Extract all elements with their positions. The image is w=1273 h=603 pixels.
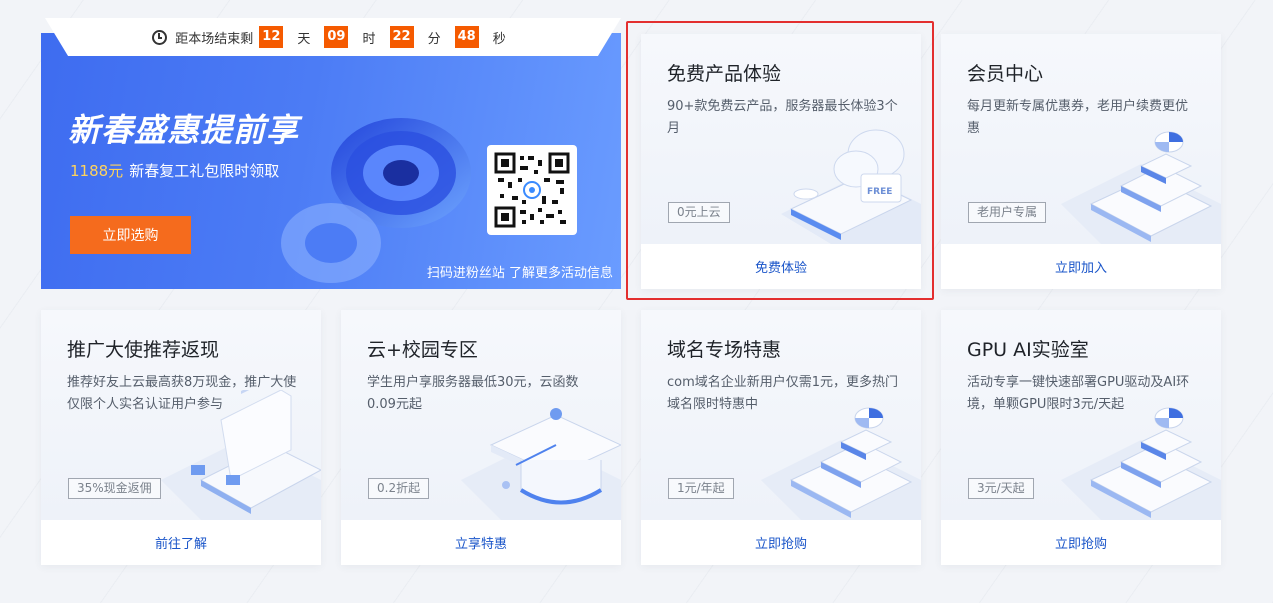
countdown-minutes-unit: 分 [427,31,441,47]
card-action-link[interactable]: 免费体验 [641,244,921,289]
banner-amount: 1188元 [70,162,124,180]
card-tag: 老用户专属 [968,202,1047,223]
promo-card[interactable]: 会员中心 每月更新专属优惠券，老用户续费更优惠 老用户专属 立即加入 [941,34,1221,289]
countdown-days: 12 [259,26,284,48]
buy-now-button[interactable]: 立即选购 [70,216,191,254]
card-action-link[interactable]: 立享特惠 [341,520,621,565]
qr-caption: 扫码进粉丝站 了解更多活动信息 [426,266,613,281]
card-action-link[interactable]: 立即加入 [941,244,1221,289]
card-title: 推广大使推荐返现 [67,339,220,361]
card-title: 云+校园专区 [367,339,478,361]
promo-card[interactable]: 免费产品体验 90+款免费云产品，服务器最长体验3个月 0元上云 FREE 免费… [641,34,921,289]
card-body: 会员中心 每月更新专属优惠券，老用户续费更优惠 老用户专属 [941,34,1221,244]
promo-banner[interactable]: 新春盛惠提前享 1188元 新春复工礼包限时领取 立即选购 扫码进粉丝站 了解更… [41,33,621,289]
card-title: GPU AI实验室 [967,339,1089,361]
card-action-link[interactable]: 前往了解 [41,520,321,565]
svg-text:FREE: FREE [867,187,892,197]
card-description: 推荐好友上云最高获8万现金，推广大使仅限个人实名认证用户参与 [67,375,297,412]
countdown-days-unit: 天 [297,31,311,47]
card-description: 活动专享一键快速部署GPU驱动及AI环境，单颗GPU限时3元/天起 [967,375,1190,412]
qr-code [487,145,577,235]
card-title: 域名专场特惠 [667,339,782,361]
card-tag: 0元上云 [668,202,730,223]
card-body: 推广大使推荐返现 推荐好友上云最高获8万现金，推广大使仅限个人实名认证用户参与 … [41,310,321,520]
countdown-seconds: 48 [454,26,479,48]
swirl-illustration [281,118,471,283]
card-tag: 0.2折起 [368,478,430,499]
banner-subtitle: 1188元 新春复工礼包限时领取 [70,160,279,181]
promo-card[interactable]: GPU AI实验室 活动专享一键快速部署GPU驱动及AI环境，单颗GPU限时3元… [941,310,1221,565]
card-tag: 3元/天起 [968,478,1034,499]
card-tag: 1元/年起 [668,478,734,499]
promo-card[interactable]: 云+校园专区 学生用户享服务器最低30元，云函数0.09元起 0.2折起 立享特… [341,310,621,565]
card-action-link[interactable]: 立即抢购 [941,520,1221,565]
qr-code-icon [494,152,570,228]
countdown-hours: 09 [324,26,349,48]
banner-subtitle-text: 新春复工礼包限时领取 [129,162,280,180]
card-description: 学生用户享服务器最低30元，云函数0.09元起 [367,375,579,412]
card-action-link[interactable]: 立即抢购 [641,520,921,565]
card-body: GPU AI实验室 活动专享一键快速部署GPU驱动及AI环境，单颗GPU限时3元… [941,310,1221,520]
card-title: 免费产品体验 [667,63,782,85]
promo-card[interactable]: 推广大使推荐返现 推荐好友上云最高获8万现金，推广大使仅限个人实名认证用户参与 … [41,310,321,565]
card-title: 会员中心 [967,63,1044,85]
card-body: 域名专场特惠 com域名企业新用户仅需1元，更多热门域名限时特惠中 1元/年起 [641,310,921,520]
card-description: 90+款免费云产品，服务器最长体验3个月 [667,99,898,136]
countdown-bar: 距本场结束剩 12 天 09 时 22 分 48 秒 [45,18,621,56]
card-description: com域名企业新用户仅需1元，更多热门域名限时特惠中 [667,375,899,412]
card-body: 免费产品体验 90+款免费云产品，服务器最长体验3个月 0元上云 FREE [641,34,921,244]
promo-card[interactable]: 域名专场特惠 com域名企业新用户仅需1元，更多热门域名限时特惠中 1元/年起 … [641,310,921,565]
clock-icon [152,29,168,45]
banner-title: 新春盛惠提前享 [68,111,300,149]
card-body: 云+校园专区 学生用户享服务器最低30元，云函数0.09元起 0.2折起 [341,310,621,520]
countdown-hours-unit: 时 [362,31,376,47]
card-description: 每月更新专属优惠券，老用户续费更优惠 [967,99,1189,136]
countdown-prefix: 距本场结束剩 [175,31,254,47]
countdown-seconds-unit: 秒 [492,31,506,47]
countdown-minutes: 22 [389,26,414,48]
card-tag: 35%现金返佣 [68,478,161,499]
